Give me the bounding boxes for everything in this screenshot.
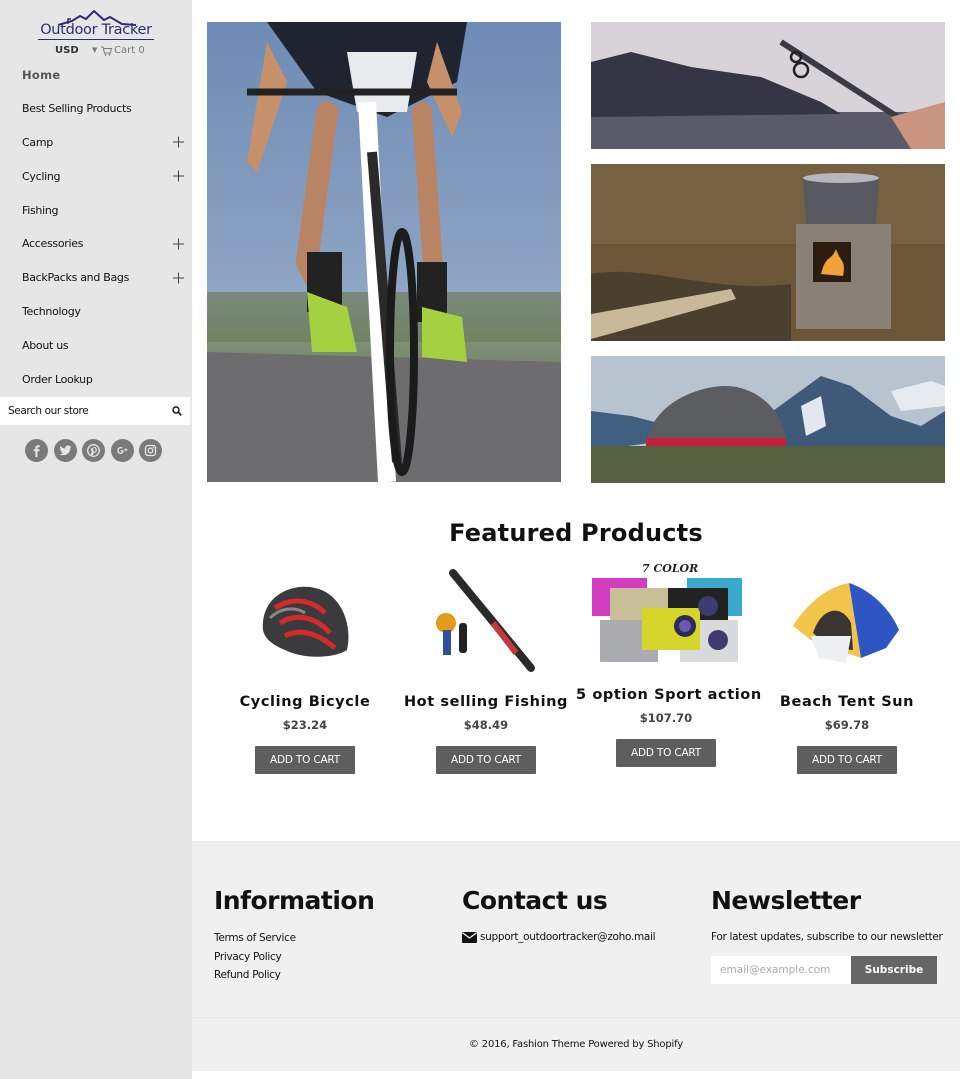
newsletter-description: For latest updates, subscribe to our new… [711, 931, 943, 943]
envelope-icon [462, 931, 477, 943]
footer: Information Terms of Service Privacy Pol… [192, 841, 960, 1017]
copyright-text: © 2016, Fashion Theme Powered by Shopify [469, 1039, 683, 1050]
sidebar-item-label: Home [22, 67, 61, 82]
facebook-icon[interactable] [25, 439, 48, 462]
sidebar-item-camp[interactable]: Camp [0, 126, 192, 160]
store-logo[interactable]: Outdoor Tracker [38, 8, 154, 42]
copyright-bar: © 2016, Fashion Theme Powered by Shopify [192, 1017, 960, 1071]
instagram-icon[interactable] [139, 439, 162, 462]
product-price: $107.70 [639, 711, 693, 725]
product-card: Hot selling Fishing $48.49 ADD TO CART [396, 568, 576, 774]
add-to-cart-button[interactable]: ADD TO CART [616, 739, 716, 767]
sidebar: Outdoor Tracker USD ▼ Cart 0 Home Best S… [0, 0, 192, 1079]
sidebar-item-label: About us [22, 338, 69, 352]
privacy-policy-link[interactable]: Privacy Policy [214, 948, 374, 967]
featured-products-title: Featured Products [449, 519, 703, 547]
sidebar-item-cycling[interactable]: Cycling [0, 159, 192, 193]
sidebar-item-backpacks[interactable]: BackPacks and Bags [0, 261, 192, 295]
expand-plus-icon[interactable] [173, 136, 184, 148]
sidebar-item-label: Accessories [22, 237, 84, 251]
sidebar-item-order-lookup[interactable]: Order Lookup [0, 362, 192, 396]
product-image-fishing-rod[interactable] [396, 568, 576, 678]
expand-plus-icon[interactable] [173, 272, 184, 284]
caret-down-icon[interactable]: ▼ [92, 46, 97, 54]
product-name[interactable]: Cycling Bicycle [215, 694, 395, 710]
sidebar-item-label: BackPacks and Bags [22, 271, 130, 285]
product-name[interactable]: 5 option Sport action [576, 687, 761, 703]
pinterest-icon[interactable] [82, 439, 105, 462]
subscribe-button[interactable]: Subscribe [851, 956, 937, 984]
footer-newsletter: Newsletter For latest updates, subscribe… [711, 886, 943, 984]
product-price: $69.78 [824, 718, 870, 732]
product-image-action-cameras[interactable]: 7 COLOR [576, 561, 756, 671]
hero-image-tent-mountains[interactable] [591, 356, 945, 483]
footer-contact: Contact us support_outdoortracker@zoho.m… [462, 886, 656, 943]
sidebar-item-best-selling[interactable]: Best Selling Products [0, 92, 192, 126]
hero-image-fishing[interactable] [591, 22, 945, 149]
terms-of-service-link[interactable]: Terms of Service [214, 929, 374, 948]
hero-image-cyclist[interactable] [207, 22, 561, 482]
sidebar-item-home[interactable]: Home [0, 58, 192, 92]
add-to-cart-button[interactable]: ADD TO CART [436, 746, 536, 774]
sidebar-nav: Home Best Selling Products Camp Cycling … [0, 58, 192, 396]
social-links [25, 439, 162, 462]
contact-heading: Contact us [462, 886, 608, 915]
add-to-cart-button[interactable]: ADD TO CART [255, 746, 355, 774]
product-price: $48.49 [463, 718, 509, 732]
contact-email-text: support_outdoortracker@zoho.mail [480, 931, 656, 943]
twitter-icon[interactable] [53, 439, 77, 462]
refund-policy-link[interactable]: Refund Policy [214, 966, 374, 985]
product-card: 7 COLOR 5 option Sport action $107.70 AD… [576, 561, 761, 767]
newsletter-form: Subscribe [711, 956, 943, 984]
sidebar-item-label: Best Selling Products [22, 102, 132, 116]
contact-email[interactable]: support_outdoortracker@zoho.mail [462, 931, 656, 943]
sidebar-item-label: Camp [22, 135, 53, 149]
newsletter-email-input[interactable] [711, 956, 851, 984]
product-name[interactable]: Beach Tent Sun [757, 694, 937, 710]
product-price: $23.24 [282, 718, 328, 732]
expand-plus-icon[interactable] [173, 170, 184, 182]
cart-label: Cart 0 [114, 45, 145, 56]
cart-link[interactable]: Cart 0 [101, 45, 145, 56]
sidebar-item-label: Cycling [22, 169, 61, 183]
product-name[interactable]: Hot selling Fishing [396, 694, 576, 710]
search-input[interactable] [0, 405, 160, 417]
information-heading: Information [214, 886, 375, 915]
add-to-cart-button[interactable]: ADD TO CART [797, 746, 897, 774]
sidebar-item-about[interactable]: About us [0, 328, 192, 362]
cart-icon [101, 46, 112, 56]
google-plus-icon[interactable] [110, 439, 134, 462]
hero-image-camp-stove[interactable] [591, 164, 945, 341]
sidebar-item-accessories[interactable]: Accessories [0, 227, 192, 261]
badge-7-color: 7 COLOR [642, 562, 698, 575]
footer-information: Information Terms of Service Privacy Pol… [214, 886, 375, 985]
product-card: Cycling Bicycle $23.24 ADD TO CART [215, 568, 395, 774]
sidebar-item-label: Fishing [22, 203, 59, 217]
sidebar-item-technology[interactable]: Technology [0, 295, 192, 329]
sidebar-item-fishing[interactable]: Fishing [0, 193, 192, 227]
currency-selector[interactable]: USD [55, 45, 79, 56]
sidebar-item-label: Order Lookup [22, 372, 93, 386]
store-search [0, 397, 190, 425]
search-icon[interactable] [172, 406, 182, 416]
expand-plus-icon[interactable] [173, 238, 184, 250]
product-image-dome-tent[interactable] [757, 568, 937, 678]
product-card: Beach Tent Sun $69.78 ADD TO CART [757, 568, 937, 774]
newsletter-heading: Newsletter [711, 886, 861, 915]
sidebar-item-label: Technology [22, 304, 81, 318]
store-name: Outdoor Tracker [38, 22, 154, 40]
product-image-bike-helmet[interactable] [215, 568, 395, 678]
